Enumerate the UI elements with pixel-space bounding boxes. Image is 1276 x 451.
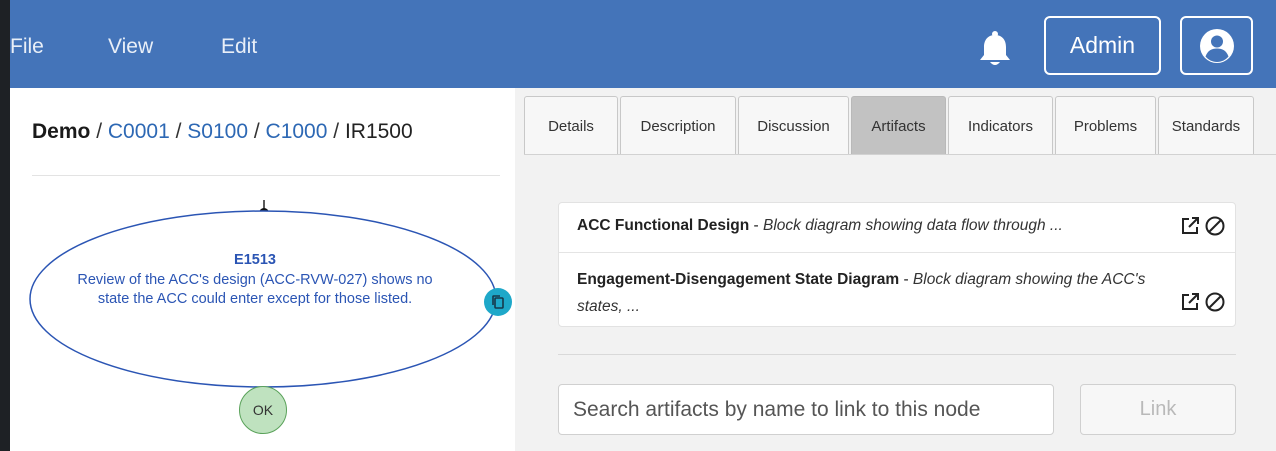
- artifact-item[interactable]: ACC Functional Design - Block diagram sh…: [559, 203, 1235, 252]
- artifact-text: Engagement-Disengagement State Diagram -…: [577, 266, 1187, 320]
- unlink-icon[interactable]: [1204, 215, 1226, 237]
- menu-edit[interactable]: Edit: [221, 34, 257, 60]
- top-bar: File View Edit Admin: [10, 0, 1276, 88]
- artifact-item[interactable]: Engagement-Disengagement State Diagram -…: [559, 252, 1235, 326]
- section-divider: [558, 354, 1236, 355]
- tab-indicators[interactable]: Indicators: [948, 96, 1053, 155]
- tab-discussion[interactable]: Discussion: [738, 96, 849, 155]
- menu-view[interactable]: View: [108, 34, 153, 60]
- artifact-list: ACC Functional Design - Block diagram sh…: [558, 202, 1236, 327]
- tab-divider: [524, 154, 1276, 155]
- tab-standards[interactable]: Standards: [1158, 96, 1254, 155]
- tab-bar: Details Description Discussion Artifacts…: [524, 96, 1256, 155]
- artifact-actions: [1179, 215, 1226, 237]
- node-id: E1513: [234, 252, 276, 268]
- user-avatar-icon: [1199, 28, 1234, 63]
- tab-problems[interactable]: Problems: [1055, 96, 1156, 155]
- admin-button[interactable]: Admin: [1044, 16, 1161, 75]
- artifact-search-input[interactable]: [558, 384, 1054, 435]
- copy-node-button[interactable]: [484, 288, 512, 316]
- link-button[interactable]: Link: [1080, 384, 1236, 435]
- copy-icon: [492, 295, 504, 309]
- user-account-button[interactable]: [1180, 16, 1253, 75]
- graph-pane: Demo / C0001 / S0100 / C1000 / IR1500 E1…: [10, 88, 515, 451]
- artifact-name[interactable]: Engagement-Disengagement State Diagram: [577, 271, 899, 288]
- app-window: File View Edit Admin Demo / C0001 / S010…: [10, 0, 1276, 451]
- open-external-icon[interactable]: [1179, 291, 1201, 313]
- ok-status-button[interactable]: OK: [239, 386, 287, 434]
- bell-icon[interactable]: [978, 29, 1012, 69]
- artifact-name[interactable]: ACC Functional Design: [577, 217, 749, 234]
- tab-artifacts[interactable]: Artifacts: [851, 96, 946, 155]
- unlink-icon[interactable]: [1204, 291, 1226, 313]
- artifact-actions: [1179, 291, 1226, 313]
- open-external-icon[interactable]: [1179, 215, 1201, 237]
- evidence-node-label[interactable]: E1513 Review of the ACC's design (ACC-RV…: [70, 251, 440, 309]
- tab-details[interactable]: Details: [524, 96, 618, 155]
- artifact-separator: -: [749, 217, 764, 234]
- detail-pane: Details Description Discussion Artifacts…: [515, 88, 1276, 451]
- artifact-description: Block diagram showing data flow through …: [763, 217, 1063, 234]
- menu-file[interactable]: File: [10, 34, 44, 60]
- artifact-separator: -: [899, 271, 913, 288]
- tab-description[interactable]: Description: [620, 96, 736, 155]
- node-description: Review of the ACC's design (ACC-RVW-027)…: [77, 272, 433, 307]
